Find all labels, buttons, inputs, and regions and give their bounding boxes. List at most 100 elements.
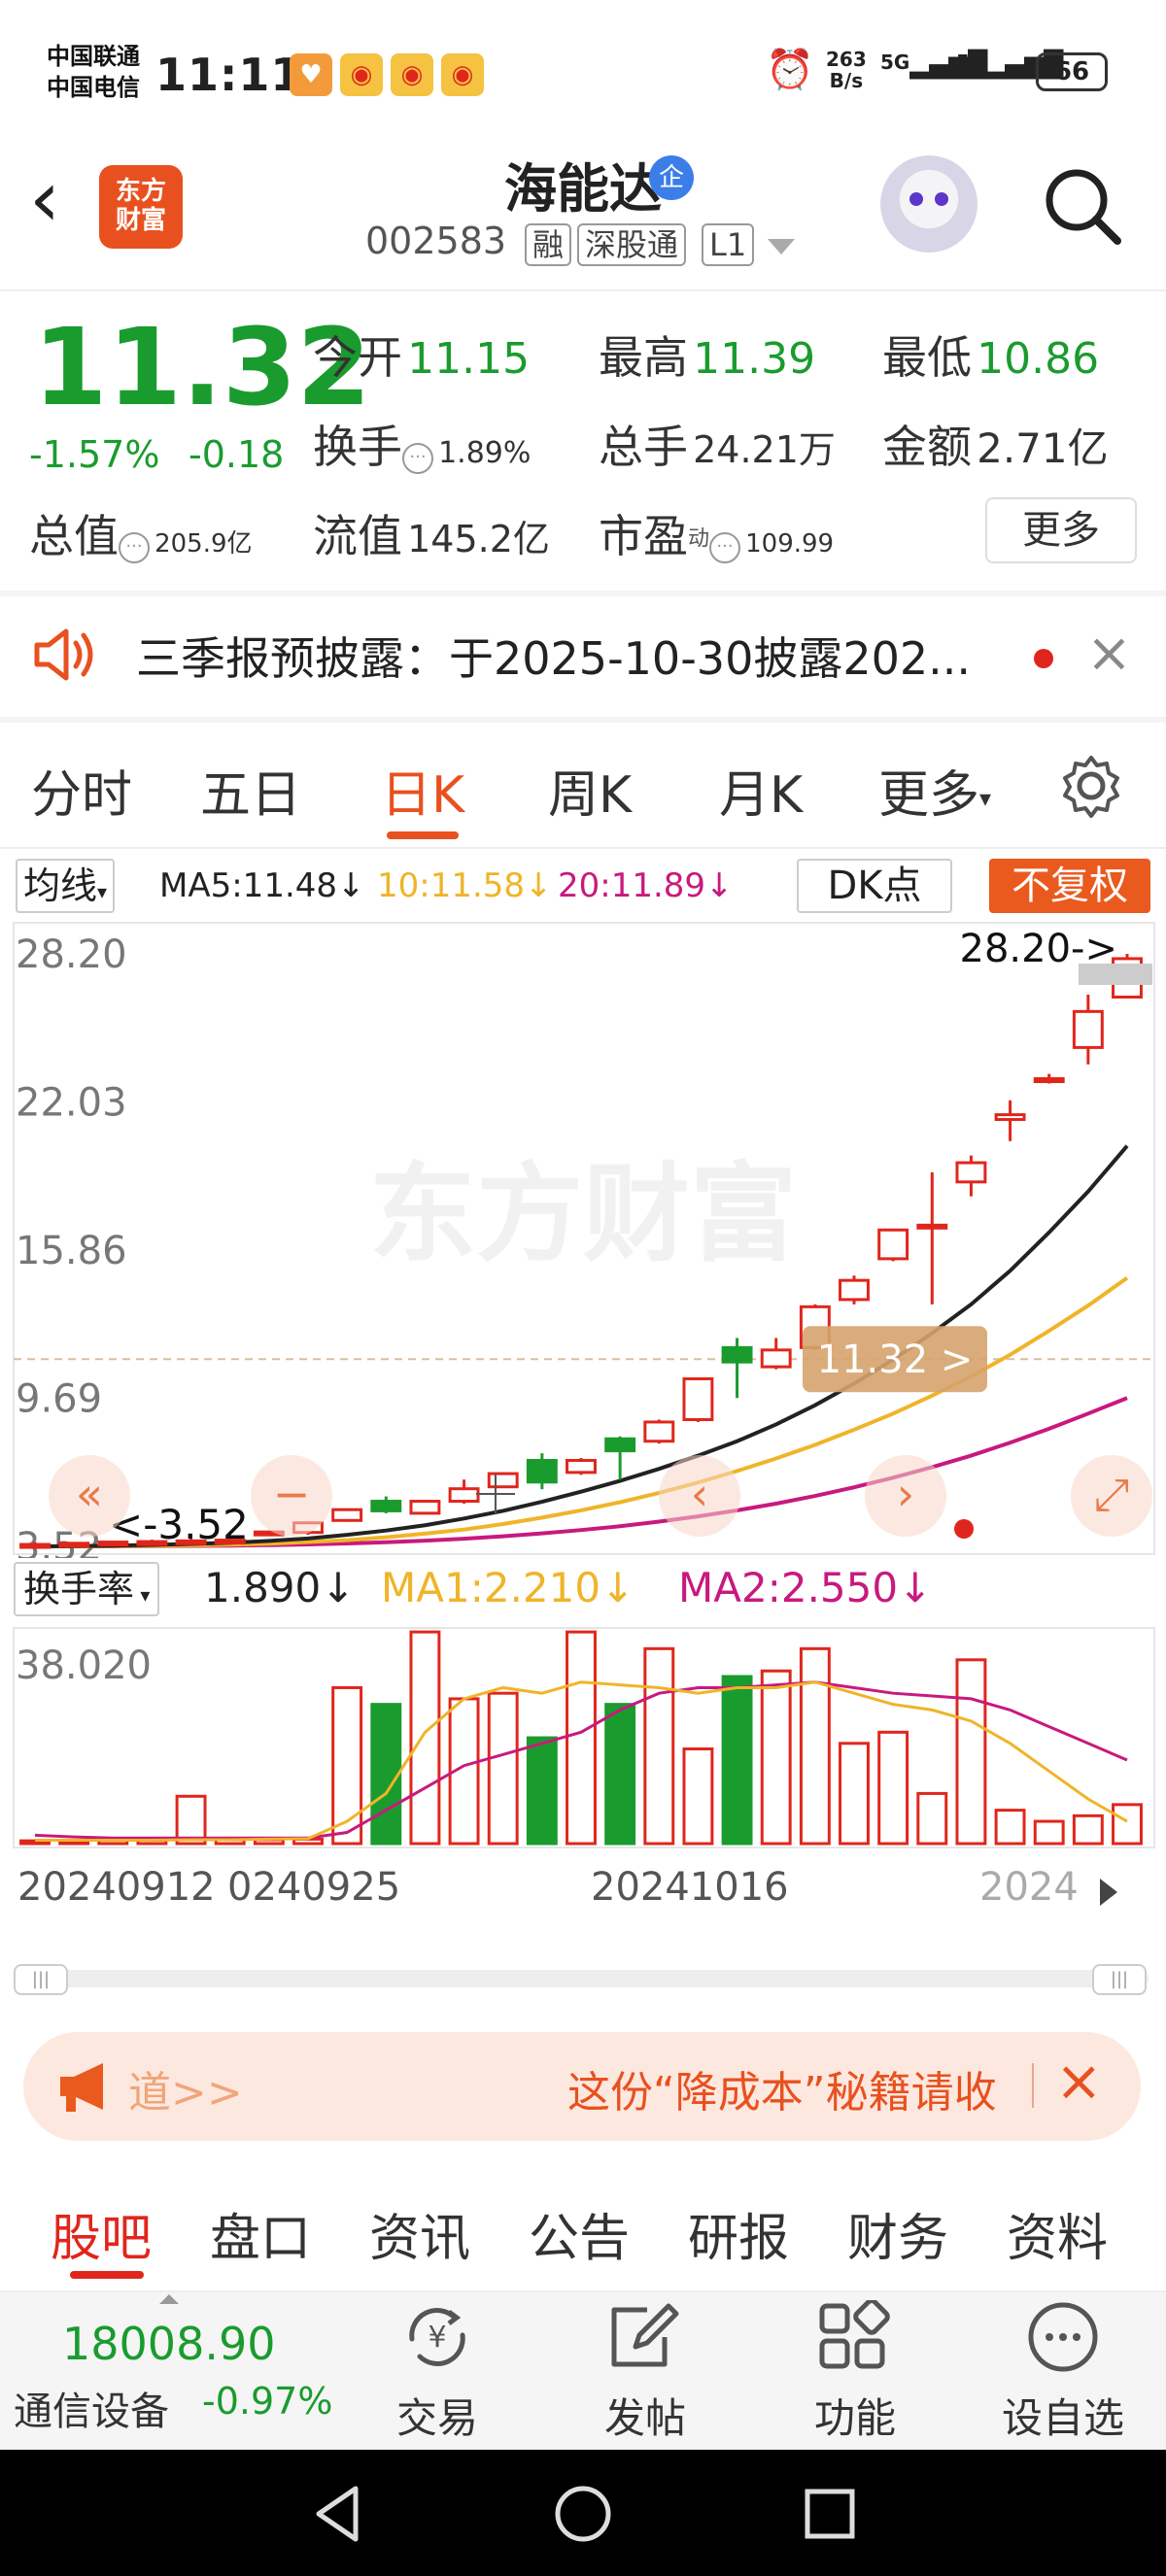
carrier-2: 中国电信 — [47, 74, 140, 101]
turnover-ma1: MA1:2.210↓ — [381, 1564, 635, 1611]
nav-back-icon[interactable] — [309, 2483, 367, 2545]
pe-dynamic-mark: 动 — [688, 526, 710, 552]
tab-profile[interactable]: 资料 — [1007, 2197, 1108, 2270]
net-speed: 263 B/s — [826, 49, 867, 91]
close-notice-icon[interactable]: × — [1086, 622, 1132, 685]
close-promo-icon[interactable]: × — [1055, 2048, 1103, 2114]
amount-stat: 金额 2.71亿 — [882, 412, 1109, 476]
post-label[interactable]: 发帖 — [567, 2386, 723, 2445]
nav-recents-icon[interactable] — [803, 2487, 857, 2541]
turnover-chart[interactable]: 38.020 — [0, 1626, 1166, 1851]
info-dots-icon[interactable]: ··· — [119, 531, 150, 563]
candle-body — [370, 1500, 402, 1512]
market-cap-value: 205.9亿 — [154, 529, 253, 559]
high-label: 最高 — [599, 331, 688, 384]
functions-label[interactable]: 功能 — [777, 2386, 933, 2445]
notice-text[interactable]: 三季报预披露：于2025-10-30披露202... — [136, 624, 971, 688]
tab-order-book[interactable]: 盘口 — [210, 2197, 311, 2270]
candle-body — [760, 1348, 792, 1369]
divider — [0, 289, 1166, 291]
low-label: 最低 — [882, 331, 972, 384]
margin-tag: 融 — [525, 223, 572, 266]
nav-home-icon[interactable] — [552, 2483, 614, 2545]
info-dots-icon[interactable]: ··· — [402, 442, 433, 474]
tab-more[interactable]: 更多▾ — [878, 754, 991, 827]
net-speed-unit: B/s — [829, 69, 864, 92]
tab-announcements[interactable]: 公告 — [529, 2197, 630, 2270]
turnover-bar — [877, 1730, 909, 1846]
turnover-bar — [839, 1742, 870, 1846]
turnover-bar — [1112, 1803, 1143, 1846]
turnover-bar — [1033, 1819, 1065, 1846]
more-stats-button[interactable]: 更多 — [985, 497, 1137, 563]
connect-tag: 深股通 — [577, 223, 687, 266]
post-icon[interactable] — [606, 2298, 684, 2376]
scroll-left-icon-glyph: ‹ — [691, 1468, 708, 1520]
range-handle-right[interactable]: ||| — [1092, 1964, 1147, 1995]
candle-body — [448, 1487, 480, 1504]
watermark: 东方财富 — [369, 1152, 797, 1276]
volume-stat: 总手 24.21万 — [599, 412, 836, 476]
tab-forum[interactable]: 股吧 — [51, 2197, 152, 2270]
turnover-bar — [955, 1658, 987, 1846]
dk-point-button[interactable]: DK点 — [797, 859, 952, 913]
unread-dot — [1034, 649, 1053, 668]
price-y-label: 15.86 — [16, 1229, 127, 1273]
net-speed-value: 263 — [826, 48, 867, 71]
candle-body — [839, 1278, 870, 1302]
high-value: 11.39 — [693, 334, 816, 384]
tab-weekly-k[interactable]: 周K — [548, 754, 632, 827]
promo-right-text[interactable]: 这份“降成本”秘籍请收 — [567, 2057, 1014, 2119]
min-price-marker: <-3.52 — [109, 1501, 249, 1548]
candle-body — [643, 1420, 675, 1443]
tab-financials[interactable]: 财务 — [847, 2197, 948, 2270]
active-tab-indicator — [70, 2271, 144, 2279]
sector-name[interactable]: 通信设备 — [14, 2380, 169, 2436]
weibo-icon: ◉ — [441, 53, 484, 96]
candle-body — [566, 1459, 597, 1474]
tab-research[interactable]: 研报 — [688, 2197, 789, 2270]
float-cap-stat: 流值 145.2亿 — [313, 501, 550, 565]
gear-icon[interactable] — [1057, 752, 1125, 820]
indicator-select[interactable]: 换手率 ▾ — [14, 1562, 160, 1616]
no-adjust-button[interactable]: 不复权 — [989, 859, 1150, 913]
ma-select[interactable]: 均线▾ — [16, 859, 116, 913]
price-chart[interactable]: 东方财富 28.2022.0315.869.693.52 28.20-><-3.… — [0, 921, 1166, 1558]
sector-index-value[interactable]: 18008.90 — [62, 2318, 276, 2370]
tab-five-day[interactable]: 五日 — [200, 754, 301, 827]
add-watchlist-icon[interactable] — [1024, 2298, 1102, 2376]
price-y-label: 9.69 — [16, 1377, 102, 1422]
tab-intraday[interactable]: 分时 — [31, 754, 132, 827]
info-dots-icon[interactable]: ··· — [709, 531, 741, 563]
x-label: 20241016 — [591, 1865, 789, 1910]
ma20-value: 20:11.89↓ — [558, 866, 734, 905]
range-handle-left[interactable]: ||| — [14, 1964, 68, 1995]
candle-body — [526, 1459, 558, 1484]
ai-assistant-icon[interactable] — [880, 155, 977, 253]
volume-value: 24.21万 — [693, 428, 836, 471]
functions-icon[interactable] — [816, 2300, 894, 2374]
scroll-right-icon[interactable] — [1100, 1879, 1117, 1906]
svg-text:¥: ¥ — [428, 2321, 446, 2355]
range-slider-track[interactable] — [17, 1970, 1149, 1987]
amount-value: 2.71亿 — [977, 424, 1109, 472]
x-label: 0240925 — [227, 1865, 401, 1910]
expand-up-icon[interactable] — [159, 2294, 179, 2304]
trade-label[interactable]: 交易 — [360, 2386, 515, 2445]
candle-body — [487, 1472, 519, 1489]
tab-daily-k[interactable]: 日K — [381, 754, 464, 827]
candle-body — [409, 1500, 441, 1515]
tab-monthly-k[interactable]: 月K — [719, 754, 803, 827]
candle-body — [604, 1437, 636, 1453]
candle-body — [1033, 1077, 1065, 1084]
pe-label: 市盈 — [599, 510, 688, 562]
promo-left-text[interactable]: 道>> — [128, 2057, 243, 2119]
trade-icon[interactable]: ¥ — [398, 2300, 476, 2374]
watchlist-label[interactable]: 设自选 — [985, 2386, 1141, 2445]
weibo-icon: ◉ — [391, 53, 433, 96]
open-stat: 今开 11.15 — [313, 322, 530, 387]
status-bar: 中国联通 中国电信 11:11 ♥ ◉ ◉ ◉ ⏰ 263 B/s 5G▂▄▆█… — [0, 0, 1166, 146]
dropdown-arrow-icon[interactable] — [768, 239, 795, 254]
search-icon[interactable] — [1040, 163, 1127, 251]
tab-news[interactable]: 资讯 — [369, 2197, 470, 2270]
